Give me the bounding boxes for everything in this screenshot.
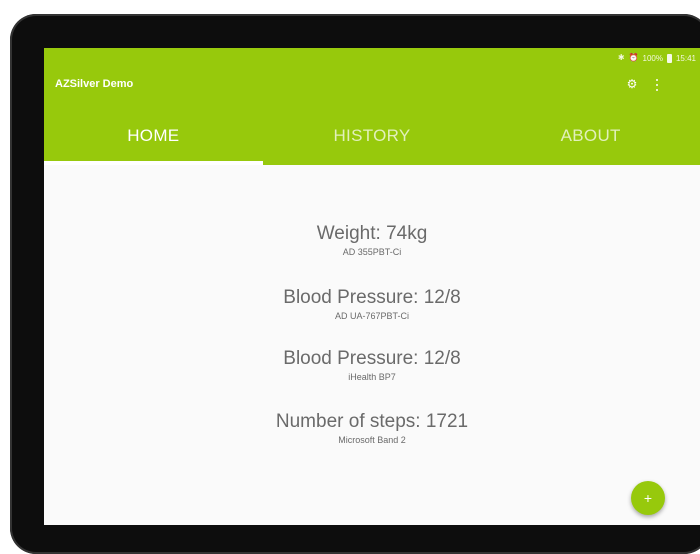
overflow-dot — [656, 84, 658, 86]
bluetooth-icon: ✱ — [617, 53, 625, 62]
gear-icon[interactable]: ⚙ — [626, 78, 638, 90]
reading-blood-pressure-2: Blood Pressure: 12/8 iHealth BP7 — [44, 348, 700, 383]
battery-percent: 100% — [642, 53, 663, 63]
tab-bar: HOME HISTORY ABOUT — [44, 114, 700, 165]
tab-about[interactable]: ABOUT — [481, 114, 700, 165]
reading-value: Blood Pressure: 12/8 — [283, 348, 461, 369]
home-content: Weight: 74kg AD 355PBT-Ci Blood Pressure… — [44, 165, 700, 525]
overflow-dot — [656, 89, 658, 91]
add-button[interactable]: + — [631, 481, 665, 515]
add-icon: + — [643, 490, 653, 506]
reading-value: Number of steps: 1721 — [275, 411, 469, 432]
reading-device: Microsoft Band 2 — [338, 435, 406, 445]
battery-icon — [666, 53, 672, 63]
tab-history[interactable]: HISTORY — [263, 114, 482, 165]
tab-home[interactable]: HOME — [44, 114, 263, 165]
reading-steps: Number of steps: 1721 Microsoft Band 2 — [44, 411, 700, 446]
app-bar: ✱ ⏰ 100% 15:41 AZSilver Demo ⚙ HOME HIST… — [44, 48, 700, 165]
app-screen: ✱ ⏰ 100% 15:41 AZSilver Demo ⚙ HOME HIST… — [44, 48, 700, 525]
more-vert-icon[interactable] — [654, 79, 660, 91]
tab-label: HISTORY — [333, 126, 411, 145]
reading-device: AD UA-767PBT-Ci — [334, 311, 410, 321]
reading-device: AD 355PBT-Ci — [342, 247, 402, 257]
tab-label: HOME — [127, 126, 180, 145]
overflow-dot — [656, 79, 658, 81]
tab-label: ABOUT — [560, 126, 621, 145]
reading-blood-pressure-1: Blood Pressure: 12/8 AD UA-767PBT-Ci — [44, 287, 700, 322]
reading-device: iHealth BP7 — [348, 372, 396, 382]
reading-value: Blood Pressure: 12/8 — [283, 287, 461, 308]
reading-weight: Weight: 74kg AD 355PBT-Ci — [44, 223, 700, 258]
reading-value: Weight: 74kg — [316, 223, 428, 244]
app-title: AZSilver Demo — [55, 78, 134, 90]
status-bar: ✱ ⏰ 100% 15:41 — [618, 51, 696, 65]
clock: 15:41 — [675, 53, 696, 63]
alarm-icon: ⏰ — [628, 53, 639, 62]
